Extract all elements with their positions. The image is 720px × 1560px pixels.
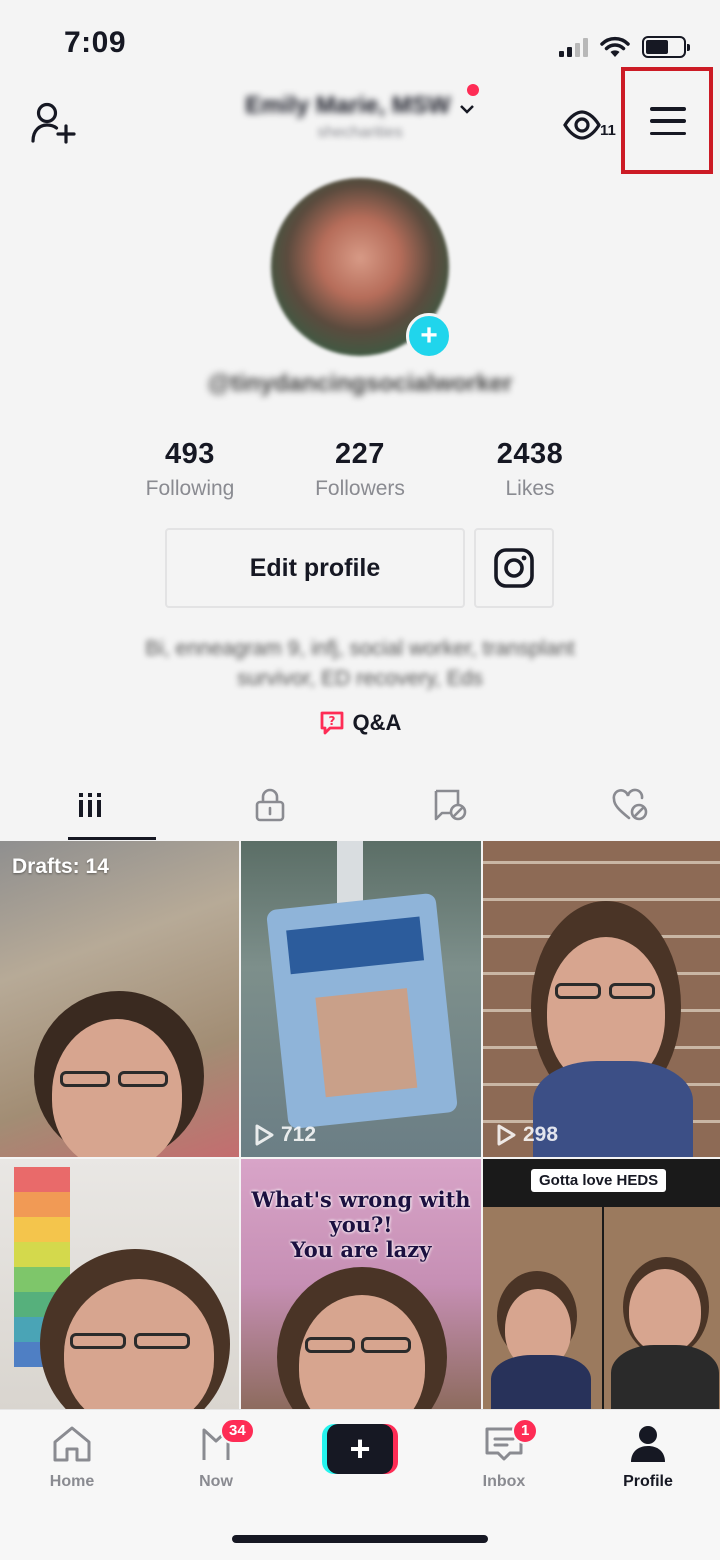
add-person-icon: [31, 102, 76, 144]
eye-icon: [563, 110, 601, 140]
add-story-plus-icon[interactable]: +: [406, 313, 452, 359]
caption-tag: Gotta love HEDS: [531, 1169, 667, 1192]
views-overlay: 712: [253, 1123, 316, 1147]
profile-icon: [631, 1426, 665, 1462]
display-name: Emily Marie, MSW: [245, 92, 451, 119]
drafts-label: Drafts: 14: [12, 855, 109, 878]
account-switcher[interactable]: Emily Marie, MSW shecharities: [200, 84, 520, 142]
tab-videos[interactable]: [0, 770, 180, 840]
status-time: 7:09: [64, 26, 127, 59]
home-icon: [53, 1426, 91, 1462]
videos-grid-icon: [79, 793, 101, 817]
wifi-icon: [600, 36, 630, 57]
inbox-badge: 1: [512, 1418, 539, 1444]
view-count: 298: [523, 1123, 559, 1146]
overlay-text: You are lazy: [290, 1237, 432, 1262]
home-indicator: [232, 1535, 488, 1543]
bio: Bi, enneagram 9, infj, social worker, tr…: [60, 634, 660, 694]
stat-value: 227: [335, 438, 385, 470]
tab-liked[interactable]: [540, 770, 720, 840]
stat-label: Likes: [505, 477, 555, 500]
lock-icon: [255, 788, 285, 822]
play-icon: [255, 1124, 274, 1146]
tab-private[interactable]: [180, 770, 360, 840]
nav-label: Inbox: [482, 1473, 526, 1490]
video-tile[interactable]: 712: [241, 841, 481, 1157]
plus-icon: +: [327, 1424, 393, 1474]
liked-heart-icon: [612, 788, 648, 821]
tab-reposts[interactable]: [360, 770, 540, 840]
bio-line: survivor, ED recovery, Eds: [237, 667, 483, 690]
stat-label: Followers: [315, 477, 405, 500]
content-tabs: [0, 770, 720, 840]
drafts-tile[interactable]: Drafts: 14: [0, 841, 239, 1157]
add-friend-button[interactable]: [28, 98, 78, 148]
battery-icon: [642, 36, 690, 58]
profile-stats: 493 Following 227 Followers 2438 Likes: [105, 438, 615, 501]
svg-text:?: ?: [328, 714, 335, 728]
stat-label: Following: [145, 477, 235, 500]
views-overlay: 298: [495, 1123, 558, 1147]
nav-label: Profile: [623, 1473, 673, 1490]
profile-views-count: 11: [600, 122, 616, 139]
overlay-text: What's wrong with you?!: [251, 1187, 471, 1237]
qa-label: Q&A: [352, 710, 402, 735]
qa-icon: ?: [320, 711, 343, 735]
qa-link[interactable]: ? Q&A: [0, 710, 720, 736]
chevron-down-icon: [460, 104, 474, 114]
video-tile[interactable]: Gotta love HEDS: [483, 1159, 720, 1409]
video-grid: Drafts: 14 712 298 What's wrong with you…: [0, 841, 720, 1409]
nav-profile[interactable]: Profile: [598, 1424, 698, 1491]
likes-stat[interactable]: 2438 Likes: [445, 438, 615, 501]
play-icon: [497, 1124, 516, 1146]
video-tile[interactable]: What's wrong with you?! You are lazy: [241, 1159, 481, 1409]
create-button[interactable]: +: [322, 1424, 398, 1474]
bio-line: Bi, enneagram 9, infj, social worker, tr…: [145, 637, 575, 660]
repost-icon: [434, 789, 467, 821]
view-count: 712: [281, 1123, 317, 1146]
notification-dot: [466, 84, 479, 96]
menu-button[interactable]: [648, 103, 688, 139]
nav-home[interactable]: Home: [22, 1424, 122, 1491]
account-subtitle: shecharities: [317, 124, 403, 141]
hospital-badge-image: [265, 892, 459, 1130]
followers-stat[interactable]: 227 Followers: [275, 438, 445, 501]
nav-inbox[interactable]: 1 Inbox: [454, 1418, 554, 1491]
status-icons: [559, 34, 690, 60]
status-bar: 7:09: [0, 0, 720, 90]
instagram-icon: [494, 548, 534, 588]
nav-label: Now: [199, 1473, 233, 1490]
video-tile[interactable]: [0, 1159, 239, 1409]
profile-header: Emily Marie, MSW shecharities 11: [0, 84, 720, 160]
following-stat[interactable]: 493 Following: [105, 438, 275, 501]
profile-views-button[interactable]: 11: [562, 104, 620, 148]
now-badge: 34: [220, 1418, 255, 1444]
nav-now[interactable]: 34 Now: [166, 1418, 266, 1491]
edit-profile-button[interactable]: Edit profile: [165, 528, 465, 608]
nav-label: Home: [49, 1473, 95, 1490]
cellular-signal-icon: [559, 37, 588, 57]
stat-value: 493: [165, 438, 215, 470]
stat-value: 2438: [496, 438, 564, 470]
username-handle: @tinydancingsocialworker: [207, 370, 513, 397]
instagram-button[interactable]: [474, 528, 554, 608]
hamburger-icon: [650, 107, 686, 111]
video-tile[interactable]: 298: [483, 841, 720, 1157]
